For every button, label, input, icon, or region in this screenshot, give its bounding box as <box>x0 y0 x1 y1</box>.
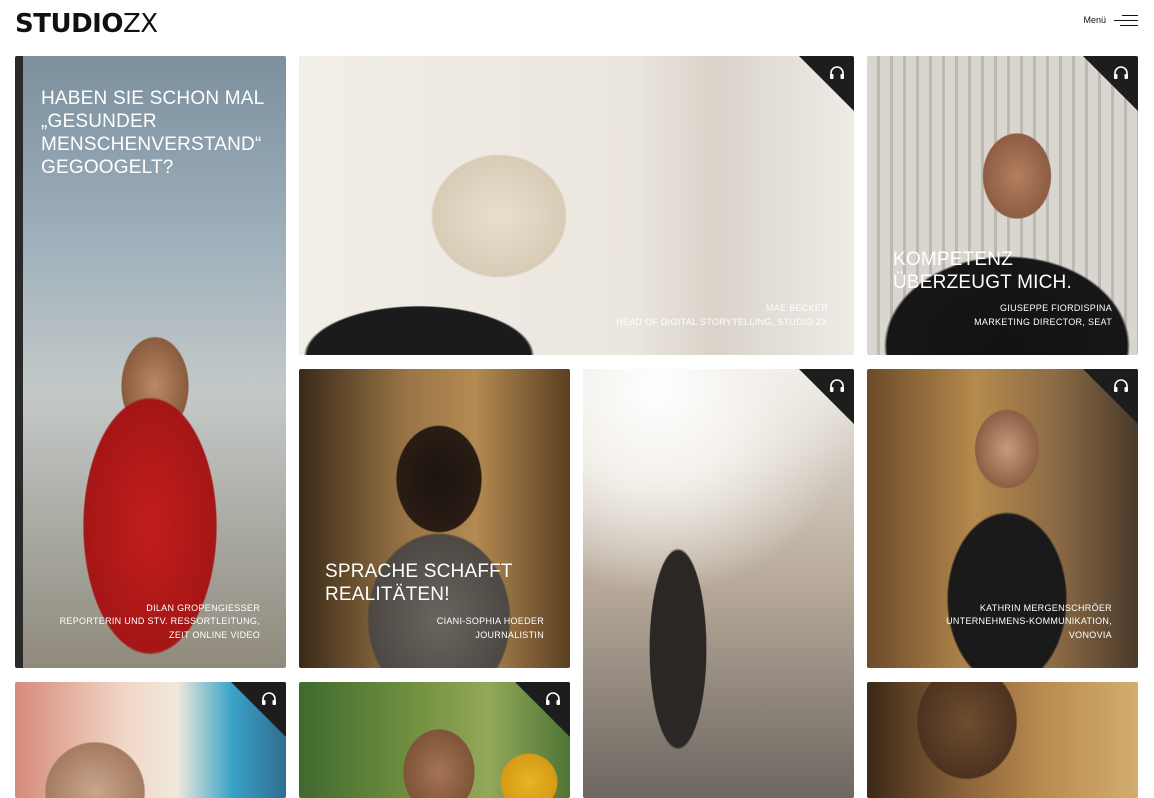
menu-label: Menü <box>1083 15 1106 25</box>
tile-credit: MAE BECKER HEAD OF DIGITAL STORYTELLING,… <box>616 303 828 327</box>
story-tile-kathrin-mergenschroer[interactable]: KATHRIN MERGENSCHRÖER UNTERNEHMENS-KOMMU… <box>867 369 1138 668</box>
audio-corner <box>231 682 286 737</box>
tile-quote: KOMPETENZ ÜBERZEUGT MICH. <box>893 249 1072 293</box>
logo-wordmark: STUDIOZX <box>15 9 158 39</box>
audio-corner <box>515 682 570 737</box>
headphones-icon[interactable] <box>829 66 845 80</box>
headphones-icon[interactable] <box>261 692 277 706</box>
story-tile-man-with-art[interactable] <box>15 682 286 798</box>
story-tile-woman-with-dog[interactable] <box>583 369 854 798</box>
story-tile-dilan-gropengiesser[interactable]: HABEN SIE SCHON MAL „GESUNDER MENSCHENVE… <box>15 56 286 668</box>
story-tile-mae-becker[interactable]: MAE BECKER HEAD OF DIGITAL STORYTELLING,… <box>299 56 854 355</box>
hamburger-icon <box>1114 12 1138 28</box>
headphones-icon[interactable] <box>829 379 845 393</box>
headphones-icon[interactable] <box>1113 66 1129 80</box>
story-tile-giuseppe-fiordispina[interactable]: KOMPETENZ ÜBERZEUGT MICH. GIUSEPPE FIORD… <box>867 56 1138 355</box>
story-tile-woman-yellow-jacket[interactable] <box>299 682 570 798</box>
tile-credit: DILAN GROPENGIESSER REPORTERIN UND STV. … <box>59 602 260 640</box>
audio-corner <box>799 56 854 111</box>
tile-quote: HABEN SIE SCHON MAL „GESUNDER MENSCHENVE… <box>41 88 265 178</box>
menu-button[interactable]: Menü <box>1083 12 1138 28</box>
audio-corner <box>799 369 854 424</box>
site-header: STUDIOZX Menü <box>0 0 1154 46</box>
audio-corner <box>1083 369 1138 424</box>
headphones-icon[interactable] <box>545 692 561 706</box>
tile-quote: SPRACHE SCHAFFT REALITÄTEN! <box>325 561 513 605</box>
tile-credit: GIUSEPPE FIORDISPINA MARKETING DIRECTOR,… <box>974 303 1112 327</box>
audio-corner <box>1083 56 1138 111</box>
story-tile-ciani-sophia-hoeder[interactable]: SPRACHE SCHAFFT REALITÄTEN! CIANI-SOPHIA… <box>299 369 570 668</box>
studio-zx-logo[interactable]: STUDIOZX <box>15 9 158 39</box>
tile-credit: KATHRIN MERGENSCHRÖER UNTERNEHMENS-KOMMU… <box>946 602 1112 640</box>
tile-credit: CIANI-SOPHIA HOEDER JOURNALISTIN <box>436 616 544 640</box>
headphones-icon[interactable] <box>1113 379 1129 393</box>
story-tile-textured-wall[interactable] <box>867 682 1138 798</box>
